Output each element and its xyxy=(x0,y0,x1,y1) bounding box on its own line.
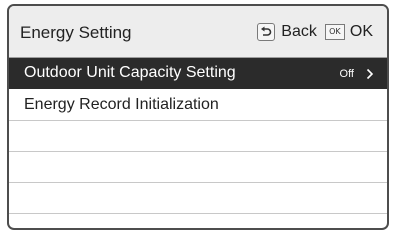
header-controls: Back OK OK xyxy=(257,21,373,43)
back-label[interactable]: Back xyxy=(281,23,317,41)
menu-item-energy-record-initialization[interactable]: Energy Record Initialization xyxy=(9,90,387,121)
menu-item-empty xyxy=(9,183,387,214)
ok-label[interactable]: OK xyxy=(350,23,373,41)
ok-key-icon[interactable]: OK xyxy=(324,24,345,40)
menu-item-label: Energy Record Initialization xyxy=(24,96,219,113)
menu-item-outdoor-unit-capacity[interactable]: Outdoor Unit Capacity Setting Off xyxy=(9,58,387,89)
menu-item-empty xyxy=(9,152,387,183)
chevron-right-icon xyxy=(366,67,374,85)
menu-item-label: Outdoor Unit Capacity Setting xyxy=(24,64,236,81)
energy-setting-screen: Energy Setting Back OK OK Outdoor Unit C… xyxy=(7,4,389,230)
return-arrow-icon[interactable] xyxy=(257,23,276,41)
menu-item-empty xyxy=(9,121,387,152)
header-bar: Energy Setting Back OK OK xyxy=(9,6,387,58)
menu-item-value: Off xyxy=(339,68,354,80)
page-title: Energy Setting xyxy=(20,23,132,42)
